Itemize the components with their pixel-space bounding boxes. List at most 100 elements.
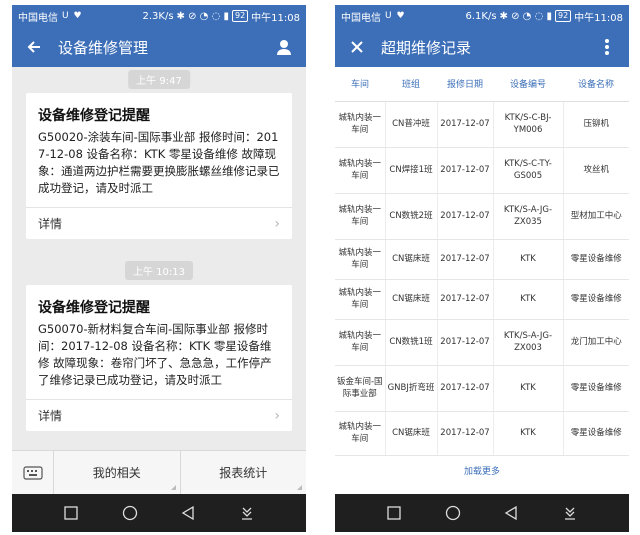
overdue-records-table[interactable]: 车间 班组 报修日期 设备编号 设备名称 城轨内装一车间 CN普冲班 2017-12-07 K… — [335, 67, 629, 494]
table-row[interactable]: 城轨内装一车间 CN数铣2班 2017-12-07 KTK/S-A-JG-ZX035 型… — [335, 193, 629, 240]
submenu-indicator — [297, 485, 302, 490]
table-row[interactable]: 城轨内装一车间 CN数铣1班 2017-12-07 KTK/S-A-JG-ZX003 龙… — [335, 319, 629, 366]
home-circle-icon[interactable] — [119, 502, 141, 524]
keyboard-icon — [22, 465, 43, 480]
table-cell: 城轨内装一车间 — [335, 239, 386, 280]
message-list[interactable]: 上午 9:47 设备维修登记提醒 G50020-涂装车间-国际事业部 报修时间：… — [12, 67, 306, 450]
page-title: 超期维修记录 — [381, 38, 472, 57]
notification-pull-icon[interactable] — [236, 502, 258, 524]
table-cell: 城轨内装一车间 — [335, 319, 386, 366]
menu-report-stats[interactable]: 报表统计 — [181, 451, 307, 494]
column-header: 设备名称 — [563, 67, 629, 102]
signal-icons: ✱ ⊘ ◔ ◌ ▮ — [499, 10, 552, 22]
table-cell: 2017-12-07 — [437, 365, 494, 412]
chevron-right-icon: › — [274, 215, 280, 232]
app-bar: 超期维修记录 — [335, 27, 629, 67]
home-circle-icon[interactable] — [442, 502, 464, 524]
table-cell: 零星设备维修 — [563, 239, 629, 280]
table-cell: 零星设备维修 — [563, 411, 629, 456]
table-cell: 城轨内装一车间 — [335, 147, 386, 194]
detail-label: 详情 — [38, 217, 63, 231]
column-header: 设备编号 — [493, 67, 563, 102]
table-cell: 2017-12-07 — [437, 101, 494, 148]
notification-icons: U ♥ — [62, 11, 83, 21]
table-cell: KTK/S-A-JG-ZX003 — [493, 319, 564, 366]
table-cell: CN锯床班 — [385, 411, 438, 456]
menu-my-related[interactable]: 我的相关 — [54, 451, 181, 494]
table-row[interactable]: 城轨内装一车间 CN锯床班 2017-12-07 KTK 零星设备维修 — [335, 411, 629, 456]
table-cell: 2017-12-07 — [437, 319, 494, 366]
table-cell: KTK — [493, 279, 564, 320]
message-title: 设备维修登记提醒 — [38, 108, 150, 124]
more-vertical-icon[interactable] — [595, 35, 619, 59]
back-arrow-icon[interactable] — [22, 35, 46, 59]
carrier-label: 中国电信 — [18, 12, 58, 24]
message-card[interactable]: 设备维修登记提醒 G50070-新材料复合车间-国际事业部 报修时间：2017-… — [26, 285, 292, 431]
message-timestamp: 上午 10:13 — [125, 261, 193, 280]
close-icon[interactable] — [345, 35, 369, 59]
table-cell: 2017-12-07 — [437, 411, 494, 456]
table-cell: 龙门加工中心 — [563, 319, 629, 366]
table-cell: 2017-12-07 — [437, 279, 494, 320]
table-cell: 2017-12-07 — [437, 193, 494, 240]
table-cell: KTK — [493, 365, 564, 412]
clock: 中午11:08 — [251, 12, 300, 24]
table-cell: GNBJ折弯班 — [385, 365, 438, 412]
back-triangle-icon[interactable] — [500, 502, 522, 524]
message-body: G50020-涂装车间-国际事业部 报修时间：2017-12-08 设备名称：K… — [38, 130, 280, 195]
detail-label: 详情 — [38, 409, 63, 423]
table-row[interactable]: 城轨内装一车间 CN锯床班 2017-12-07 KTK 零星设备维修 — [335, 239, 629, 280]
user-profile-icon[interactable] — [272, 35, 296, 59]
keyboard-toggle[interactable] — [12, 451, 54, 494]
carrier-label: 中国电信 — [341, 12, 381, 24]
table-body: 城轨内装一车间 CN普冲班 2017-12-07 KTK/S-C-BJ-YM006 压铆… — [335, 101, 629, 456]
status-bar: 中国电信 U ♥ 2.3K/s ✱ ⊘ ◔ ◌ ▮ 92 中午11:08 — [12, 5, 306, 27]
table-cell: CN普冲班 — [385, 101, 438, 148]
table-cell: 零星设备维修 — [563, 279, 629, 320]
table-cell: 城轨内装一车间 — [335, 193, 386, 240]
menu-report-stats-label: 报表统计 — [219, 466, 268, 480]
table-cell: 2017-12-07 — [437, 147, 494, 194]
column-header: 报修日期 — [437, 67, 493, 102]
detail-link[interactable]: 详情 › — [26, 207, 292, 239]
back-triangle-icon[interactable] — [177, 502, 199, 524]
table-cell: 2017-12-07 — [437, 239, 494, 280]
table-row[interactable]: 城轨内装一车间 CN普冲班 2017-12-07 KTK/S-C-BJ-YM006 压铆… — [335, 101, 629, 148]
table-cell: KTK — [493, 411, 564, 456]
notification-icons: U ♥ — [385, 11, 406, 21]
bottom-menu: 我的相关 报表统计 — [12, 450, 306, 494]
battery-icon: 92 — [554, 10, 572, 22]
table-cell: 压铆机 — [563, 101, 629, 148]
column-header: 车间 — [335, 67, 385, 102]
system-nav-bar — [335, 494, 629, 532]
overview-square-icon[interactable] — [383, 502, 405, 524]
table-cell: 城轨内装一车间 — [335, 411, 386, 456]
clock: 中午11:08 — [574, 12, 623, 24]
detail-link[interactable]: 详情 › — [26, 399, 292, 431]
table-row[interactable]: 钣金车间-国际事业部 GNBJ折弯班 2017-12-07 KTK 零星设备维修 — [335, 365, 629, 412]
table-cell: KTK/S-A-JG-ZX035 — [493, 193, 564, 240]
table-cell: 城轨内装一车间 — [335, 279, 386, 320]
message-card[interactable]: 设备维修登记提醒 G50020-涂装车间-国际事业部 报修时间：2017-12-… — [26, 93, 292, 239]
table-cell: KTK — [493, 239, 564, 280]
left-phone-screen: 中国电信 U ♥ 2.3K/s ✱ ⊘ ◔ ◌ ▮ 92 中午11:08 设备维… — [12, 5, 306, 532]
menu-my-related-label: 我的相关 — [92, 466, 141, 480]
system-nav-bar — [12, 494, 306, 532]
page-title: 设备维修管理 — [58, 38, 149, 57]
table-cell: 城轨内装一车间 — [335, 101, 386, 148]
table-cell: CN锯床班 — [385, 279, 438, 320]
overview-square-icon[interactable] — [60, 502, 82, 524]
notification-pull-icon[interactable] — [559, 502, 581, 524]
table-cell: 钣金车间-国际事业部 — [335, 365, 386, 412]
table-row[interactable]: 城轨内装一车间 CN焊接1班 2017-12-07 KTK/S-C-TY-GS005 攻… — [335, 147, 629, 194]
network-speed: 2.3K/s — [142, 10, 174, 22]
table-cell: CN数铣1班 — [385, 319, 438, 366]
table-cell: KTK/S-C-BJ-YM006 — [493, 101, 564, 148]
table-cell: 攻丝机 — [563, 147, 629, 194]
right-phone-screen: 中国电信 U ♥ 6.1K/s ✱ ⊘ ◔ ◌ ▮ 92 中午11:08 超期维… — [335, 5, 629, 532]
load-more-link[interactable]: 加载更多 — [335, 456, 629, 477]
table-row[interactable]: 城轨内装一车间 CN锯床班 2017-12-07 KTK 零星设备维修 — [335, 279, 629, 320]
signal-icons: ✱ ⊘ ◔ ◌ ▮ — [176, 10, 229, 22]
network-speed: 6.1K/s — [465, 10, 497, 22]
message-body: G50070-新材料复合车间-国际事业部 报修时间：2017-12-08 设备名… — [38, 322, 272, 387]
